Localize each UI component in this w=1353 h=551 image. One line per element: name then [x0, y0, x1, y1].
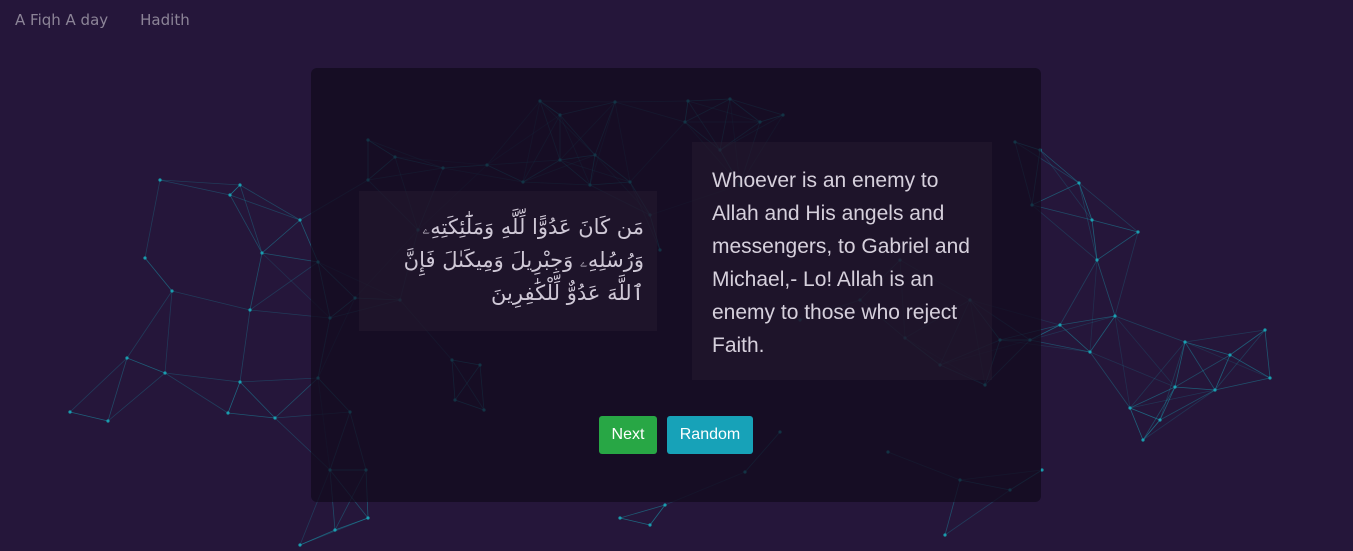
translation-text: Whoever is an enemy to Allah and His ang…	[712, 169, 970, 357]
nav-brand-link[interactable]: A Fiqh A day	[15, 11, 108, 29]
verse-card: مَن كَانَ عَدُوًّا لِّلَّهِ وَمَلَٰٓئِكَ…	[311, 68, 1041, 502]
random-button[interactable]: Random	[667, 416, 753, 454]
next-button[interactable]: Next	[599, 416, 657, 454]
top-nav: A Fiqh A day Hadith	[0, 0, 190, 40]
translation-box: Whoever is an enemy to Allah and His ang…	[692, 142, 992, 380]
nav-hadith-link[interactable]: Hadith	[140, 11, 190, 29]
arabic-verse-text: مَن كَانَ عَدُوًّا لِّلَّهِ وَمَلَٰٓئِكَ…	[403, 215, 644, 305]
arabic-verse-box: مَن كَانَ عَدُوًّا لِّلَّهِ وَمَلَٰٓئِكَ…	[359, 191, 657, 331]
page: A Fiqh A day Hadith مَن كَانَ عَدُوًّا ل…	[0, 0, 1353, 551]
